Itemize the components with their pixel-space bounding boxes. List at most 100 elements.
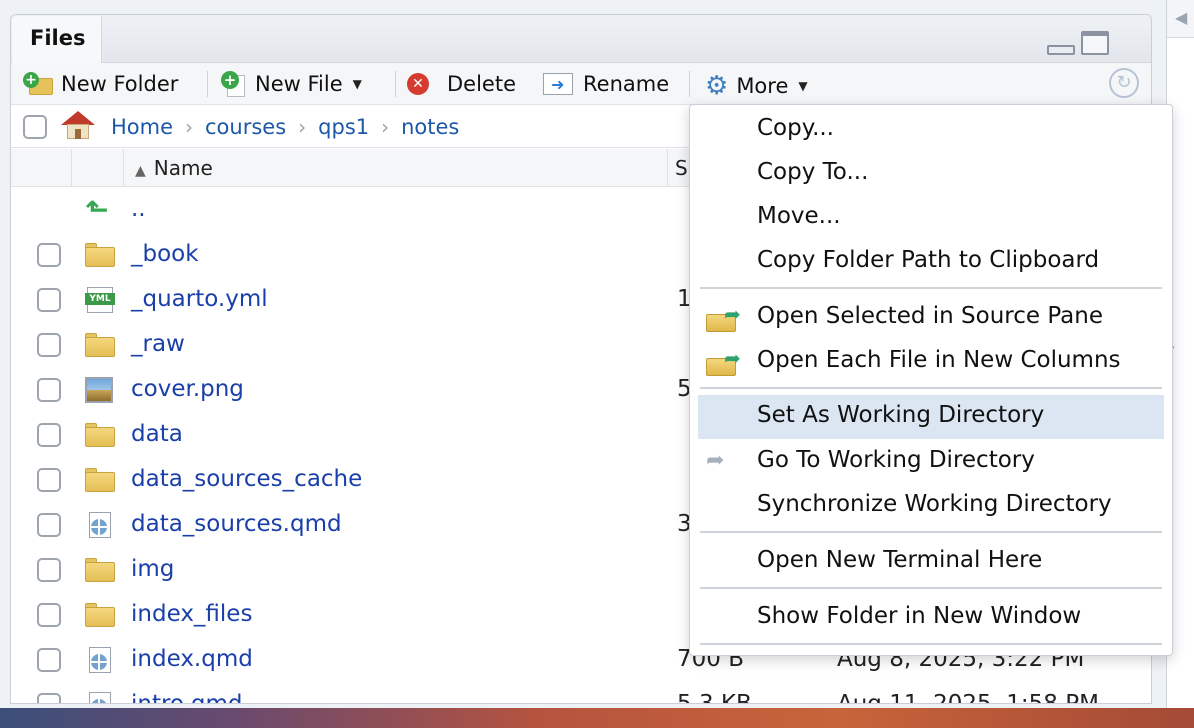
menu-item-label: Show Folder in New Window: [757, 603, 1082, 629]
file-name-link[interactable]: index.qmd: [131, 646, 253, 672]
row-checkbox[interactable]: [37, 243, 61, 267]
new-file-icon: +: [221, 71, 247, 97]
row-checkbox[interactable]: [37, 513, 61, 537]
home-icon[interactable]: [61, 111, 95, 141]
row-checkbox[interactable]: [37, 468, 61, 492]
file-name-link[interactable]: data_sources_cache: [131, 466, 362, 492]
toolbar-divider: [689, 71, 690, 97]
file-name-link[interactable]: _raw: [131, 331, 185, 357]
breadcrumb-courses[interactable]: courses: [205, 115, 286, 139]
rename-label: Rename: [583, 72, 670, 96]
menu-item-label: Copy Folder Path to Clipboard: [757, 247, 1100, 273]
open-folder-icon: ➦: [706, 346, 746, 376]
menu-separator: [700, 387, 1162, 389]
chevron-right-icon: ›: [298, 115, 307, 139]
file-name-link[interactable]: index_files: [131, 601, 252, 627]
breadcrumb-qps1[interactable]: qps1: [318, 115, 369, 139]
menu-item-set-as-working-directory[interactable]: Set As Working Directory: [698, 395, 1164, 439]
sort-ascending-icon: ▲: [135, 163, 146, 179]
menu-item-open-new-terminal-here[interactable]: Open New Terminal Here: [698, 540, 1164, 584]
menu-separator: [700, 287, 1162, 289]
menu-item-label: Set As Working Directory: [757, 402, 1045, 428]
new-file-label: New File: [255, 72, 343, 96]
minimize-pane-icon[interactable]: [1047, 45, 1075, 55]
toolbar-divider: [207, 71, 208, 97]
file-name-link[interactable]: ..: [131, 196, 146, 222]
column-name-header[interactable]: ▲ Name: [135, 156, 213, 180]
menu-item-label: Copy...: [757, 115, 834, 141]
row-checkbox[interactable]: [37, 648, 61, 672]
new-folder-button[interactable]: + New Folder: [23, 69, 178, 99]
file-name-link[interactable]: _quarto.yml: [131, 286, 268, 312]
file-name-link[interactable]: intro.qmd: [131, 691, 243, 703]
delete-button[interactable]: ✕ Delete: [407, 69, 516, 99]
menu-item-go-to-working-directory[interactable]: ➦ Go To Working Directory: [698, 440, 1164, 484]
row-checkbox[interactable]: [37, 603, 61, 627]
menu-item-label: Copy To...: [757, 159, 869, 185]
menu-item-copy[interactable]: Copy...: [698, 108, 1164, 152]
breadcrumb-notes[interactable]: notes: [401, 115, 459, 139]
toolbar-divider: [395, 71, 396, 97]
breadcrumb-home[interactable]: Home: [111, 115, 173, 139]
row-checkbox[interactable]: [37, 378, 61, 402]
rename-button[interactable]: ➜ Rename: [543, 69, 669, 99]
new-folder-label: New Folder: [61, 72, 179, 96]
qmd-file-icon: [85, 512, 115, 538]
menu-item-label: Open Each File in New Columns: [757, 347, 1121, 373]
file-name-link[interactable]: _book: [131, 241, 199, 267]
menu-item-open-selected-in-source-pane[interactable]: ➦ Open Selected in Source Pane: [698, 296, 1164, 340]
menu-item-label: Open Selected in Source Pane: [757, 303, 1103, 329]
folder-icon: [85, 467, 115, 493]
chevron-right-icon: ›: [185, 115, 194, 139]
row-checkbox[interactable]: [37, 558, 61, 582]
folder-icon: [85, 557, 115, 583]
row-checkbox[interactable]: [37, 423, 61, 447]
menu-item-show-folder-in-new-window[interactable]: Show Folder in New Window: [698, 596, 1164, 640]
refresh-icon[interactable]: ↻: [1109, 68, 1139, 98]
maximize-pane-icon[interactable]: [1081, 31, 1109, 55]
screen: ◀ count Files + New Folder + New File ▼: [0, 0, 1194, 728]
desktop-wallpaper: [0, 708, 1194, 728]
file-modified-date: Aug 11, 2025, 1:58 PM: [837, 691, 1099, 704]
menu-item-copy-to[interactable]: Copy To...: [698, 152, 1164, 196]
table-row[interactable]: intro.qmd 5.3 KB Aug 11, 2025, 1:58 PM: [11, 683, 1151, 704]
file-name-link[interactable]: data_sources.qmd: [131, 511, 342, 537]
breadcrumb-trail: Home › courses › qps1 › notes: [111, 115, 459, 139]
menu-item-move[interactable]: Move...: [698, 196, 1164, 240]
menu-item-copy-folder-path-to-clipboard[interactable]: Copy Folder Path to Clipboard: [698, 240, 1164, 284]
select-all-checkbox[interactable]: [23, 115, 47, 139]
goto-arrow-icon: ➦: [706, 448, 725, 473]
row-checkbox[interactable]: [37, 693, 61, 703]
folder-icon: [85, 422, 115, 448]
row-checkbox[interactable]: [37, 333, 61, 357]
file-name-link[interactable]: img: [131, 556, 174, 582]
more-button[interactable]: ⚙ More ▼: [705, 71, 808, 101]
toolbar: + New Folder + New File ▼ ✕ Delete ➜ Ren…: [11, 63, 1151, 105]
menu-separator: [700, 587, 1162, 589]
qmd-file-icon: [85, 692, 115, 703]
chevron-down-icon: ▼: [798, 79, 808, 93]
more-dropdown-menu: Copy... Copy To... Move... Copy Folder Path…: [689, 104, 1173, 656]
file-name-link[interactable]: data: [131, 421, 183, 447]
chevron-left-icon[interactable]: ◀: [1175, 8, 1187, 27]
column-divider: [71, 149, 72, 187]
menu-item-synchronize-working-directory[interactable]: Synchronize Working Directory: [698, 484, 1164, 528]
tab-bar: Files: [11, 15, 1151, 64]
folder-icon: [85, 242, 115, 268]
up-arrow-icon: ⬑: [85, 193, 109, 226]
file-size: 5.3 KB: [677, 691, 752, 704]
tab-files[interactable]: Files: [12, 16, 102, 64]
new-folder-icon: +: [23, 72, 53, 96]
chevron-right-icon: ›: [381, 115, 390, 139]
yml-file-icon: YML: [85, 287, 115, 313]
file-name-link[interactable]: cover.png: [131, 376, 244, 402]
delete-icon: ✕: [407, 73, 429, 95]
row-checkbox[interactable]: [37, 288, 61, 312]
folder-icon: [85, 332, 115, 358]
new-file-button[interactable]: + New File ▼: [221, 69, 362, 99]
rename-icon: ➜: [543, 71, 575, 97]
menu-item-open-each-file-in-new-columns[interactable]: ➦ Open Each File in New Columns: [698, 340, 1164, 384]
qmd-file-icon: [85, 647, 115, 673]
right-pane-header: ◀: [1167, 0, 1194, 38]
menu-separator: [700, 643, 1162, 645]
